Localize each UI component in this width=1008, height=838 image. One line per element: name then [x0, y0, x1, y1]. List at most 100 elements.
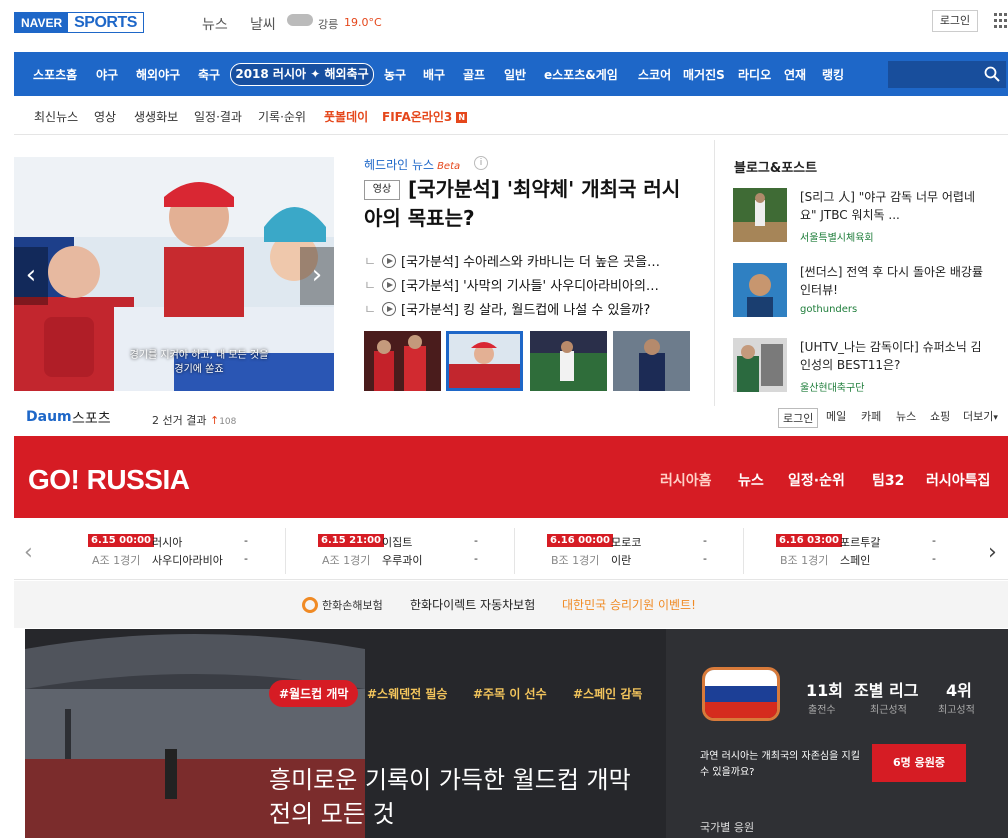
trending-keyword[interactable]: 2 선거 결과 ↑108: [152, 412, 236, 428]
match-time: 6.15 00:00: [88, 534, 154, 547]
blog-thumbnail[interactable]: [733, 263, 787, 317]
headline-list-item[interactable]: ㄴ [국가분석] '사막의 기사들' 사우디아라비아의…: [364, 275, 694, 295]
blog-post-source[interactable]: 울산현대축구단: [800, 379, 864, 394]
feature-headline[interactable]: 흥미로운 기록이 가득한 월드컵 개막전의 모든 것: [269, 763, 649, 831]
feature-tag[interactable]: #스웨덴전 필승: [367, 685, 447, 702]
play-icon: [381, 302, 396, 316]
headline-list-text: [국가분석] 수아레스와 카바니는 더 높은 곳을…: [400, 255, 661, 270]
headline-title[interactable]: [국가분석] '최약체' 개최국 러시아의 목표는?: [364, 175, 694, 233]
blog-photo: [733, 263, 787, 317]
daum-login-button[interactable]: 로그인: [778, 408, 819, 428]
match-score: -: [932, 534, 936, 547]
headline-list-item[interactable]: ㄴ [국가분석] 킹 살라, 월드컵에 나설 수 있을까?: [364, 299, 694, 319]
daum-sports-title[interactable]: 스포츠: [72, 408, 111, 428]
sub-item-fifa-online[interactable]: FIFA온라인3 N: [382, 108, 468, 125]
main-nav: 스포츠홈 야구 해외야구 축구 2018 러시아 ✦ 해외축구 농구 배구 골프…: [14, 52, 1008, 96]
nav-item-world-baseball[interactable]: 해외야구: [136, 66, 180, 83]
cheer-question: 과연 러시아는 개최국의 자존심을 지킬 수 있을까요?: [700, 751, 860, 778]
nav-item-basketball[interactable]: 농구: [384, 66, 406, 83]
sub-item-latest[interactable]: 최신뉴스: [34, 108, 78, 125]
nav-item-home[interactable]: 스포츠홈: [33, 66, 77, 83]
hanwha-logo: 한화손해보험: [302, 597, 383, 613]
info-icon[interactable]: i: [474, 156, 488, 170]
blog-thumbnail[interactable]: [733, 338, 787, 392]
apps-grid-icon[interactable]: [994, 13, 1008, 29]
feature-tag[interactable]: #스페인 감독: [573, 685, 642, 702]
banner-nav-special[interactable]: 러시아특집: [926, 470, 990, 490]
search-box: [888, 61, 1006, 88]
match-divider: [743, 528, 744, 574]
match-team: 사우디아라비아: [152, 554, 223, 567]
banner-nav-russia-home[interactable]: 러시아홈: [660, 470, 712, 490]
nav-item-general[interactable]: 일반: [504, 66, 526, 83]
blog-thumbnail[interactable]: [733, 188, 787, 242]
daum-shopping-link[interactable]: 쇼핑: [930, 408, 950, 424]
sub-item-photos[interactable]: 생생화보: [134, 108, 178, 125]
hero-next-button[interactable]: ›: [300, 247, 334, 305]
nav-item-esports[interactable]: e스포츠&게임: [544, 66, 618, 83]
blog-post-source[interactable]: 서울특별시체육회: [800, 229, 874, 244]
headline-thumbnail[interactable]: [364, 331, 441, 391]
hero-prev-button[interactable]: ‹: [14, 247, 48, 305]
feature-tag[interactable]: #주목 이 선수: [473, 685, 547, 702]
blog-post-title[interactable]: [썬더스] 전역 후 다시 돌아온 배강률 인터뷰!: [800, 263, 990, 299]
nav-item-score[interactable]: 스코어: [638, 66, 671, 83]
stat-label: 출전수: [808, 705, 836, 716]
match-team: 우루과이: [382, 554, 423, 567]
match-time: 6.15 21:00: [318, 534, 384, 547]
match-item[interactable]: 6.15 00:00 A조 1경기 러시아 사우디아라비아 - -: [14, 532, 248, 572]
banner-nav-team32[interactable]: 팀32: [872, 470, 904, 490]
sub-item-schedule[interactable]: 일정·결과: [194, 108, 242, 125]
video-badge: 영상: [364, 180, 400, 200]
nav-item-russia-worldcup[interactable]: 2018 러시아 ✦ 해외축구: [230, 63, 374, 86]
thumb-photo: [449, 334, 520, 388]
daum-mail-link[interactable]: 메일: [826, 408, 846, 424]
chevron-right-icon[interactable]: ›: [988, 540, 997, 565]
headline-thumbnail[interactable]: [613, 331, 690, 391]
daum-logo[interactable]: Daum: [26, 409, 72, 425]
headline-hero-image[interactable]: ‹ › 경기를 지켜야 하고, 내 모든 것을 경기에 쏟죠: [14, 157, 334, 391]
daum-cafe-link[interactable]: 카페: [861, 408, 881, 424]
feature-panel[interactable]: #월드컵 개막 #스웨덴전 필승 #주목 이 선수 #스페인 감독 흥미로운 기…: [25, 629, 667, 838]
news-link[interactable]: 뉴스: [202, 14, 228, 34]
login-button[interactable]: 로그인: [932, 10, 978, 32]
headline-thumbnail[interactable]: [530, 331, 607, 391]
blog-post-source[interactable]: gothunders: [800, 304, 857, 315]
nav-item-volleyball[interactable]: 배구: [423, 66, 445, 83]
blog-post-title[interactable]: [UHTV_나는 감독이다] 슈퍼소닉 김인성의 BEST11은?: [800, 338, 990, 374]
match-item[interactable]: 6.15 21:00 A조 1경기 이집트 우루과이 - -: [244, 532, 478, 572]
match-team: 모로코: [611, 536, 642, 549]
nav-item-golf[interactable]: 골프: [463, 66, 485, 83]
search-input[interactable]: [888, 61, 978, 88]
sponsor-banner[interactable]: 한화손해보험 한화다이렉트 자동차보험 대한민국 승리기원 이벤트!: [14, 581, 1008, 628]
daum-more-link[interactable]: 더보기▾: [963, 408, 998, 424]
match-item[interactable]: 6.16 00:00 B조 1경기 모로코 이란 - -: [473, 532, 707, 572]
go-russia-logo[interactable]: GO! RUSSIA: [28, 464, 190, 496]
nav-item-football[interactable]: 축구: [198, 66, 220, 83]
hanwha-mark-icon: [302, 597, 318, 613]
cheer-button[interactable]: 6명 응원중: [872, 744, 966, 782]
sub-item-football-day[interactable]: 풋볼데이: [324, 108, 368, 125]
hero-caption: 경기를 지켜야 하고, 내 모든 것을 경기에 쏟죠: [129, 350, 269, 375]
banner-nav-schedule[interactable]: 일정·순위: [788, 470, 845, 490]
banner-nav-news[interactable]: 뉴스: [738, 470, 764, 490]
sponsor-text: 한화다이렉트 자동차보험: [410, 598, 536, 612]
sub-item-records[interactable]: 기록·순위: [258, 108, 306, 125]
headline-list-item[interactable]: ㄴ [국가분석] 수아레스와 카바니는 더 높은 곳을…: [364, 251, 694, 271]
weather-link[interactable]: 날씨: [250, 14, 276, 34]
naver-sports-logo[interactable]: NAVER SPORTS: [14, 12, 144, 33]
daum-news-link[interactable]: 뉴스: [896, 408, 916, 424]
nav-item-series[interactable]: 연재: [784, 66, 806, 83]
nav-item-magazine[interactable]: 매거진S: [683, 66, 725, 83]
sub-item-video[interactable]: 영상: [94, 108, 116, 125]
nav-item-ranking[interactable]: 랭킹: [822, 66, 844, 83]
nav-item-baseball[interactable]: 야구: [96, 66, 118, 83]
search-icon[interactable]: [984, 66, 1000, 82]
match-item[interactable]: 6.16 03:00 B조 1경기 포르투갈 스페인 - -: [702, 532, 936, 572]
match-team: 이집트: [382, 536, 413, 549]
blog-post-title[interactable]: [S리그 人] "야구 감독 너무 어렵네요" JTBC 워치독 ...: [800, 188, 990, 224]
naver-logo-text: NAVER: [15, 13, 69, 32]
headline-thumbnail-selected[interactable]: [446, 331, 523, 391]
nav-item-radio[interactable]: 라디오: [738, 66, 771, 83]
feature-tag-active[interactable]: #월드컵 개막: [269, 680, 359, 707]
